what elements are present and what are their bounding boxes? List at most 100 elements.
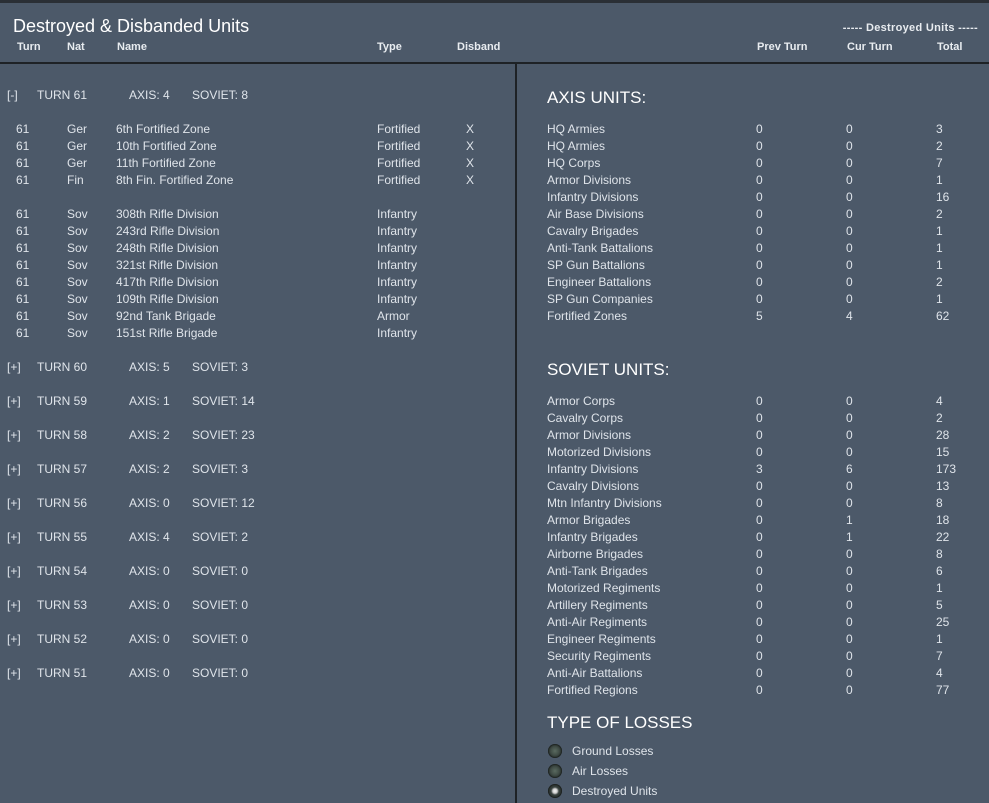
unit-row[interactable]: 61 Sov 248th Rifle Division Infantry (0, 241, 500, 258)
expand-toggle[interactable]: [+] (7, 394, 21, 408)
collapse-toggle[interactable]: [-] (7, 88, 18, 102)
soviet-count: SOVIET: 0 (192, 598, 249, 612)
stat-row: SP Gun Battalions 0 0 1 (547, 258, 977, 275)
radio-unselected-icon[interactable] (548, 764, 562, 778)
unit-nat: Sov (67, 326, 88, 340)
unit-row[interactable]: 61 Sov 417th Rifle Division Infantry (0, 275, 500, 292)
stat-prev: 0 (756, 224, 763, 238)
type-of-losses-heading: TYPE OF LOSSES (547, 713, 693, 732)
unit-nat: Ger (67, 156, 88, 170)
turn-group[interactable]: [+] TURN 60 AXIS: 5 SOVIET: 3 (0, 360, 500, 377)
stat-total: 1 (936, 581, 943, 595)
stat-name: Anti-Air Battalions (547, 666, 643, 680)
stat-prev: 0 (756, 394, 763, 408)
col-header-nat[interactable]: Nat (67, 41, 85, 53)
soviet-count: SOVIET: 0 (192, 666, 249, 680)
unit-disband-mark: X (466, 122, 475, 136)
stat-prev: 0 (756, 615, 763, 629)
stat-total: 7 (936, 156, 943, 170)
col-header-disband[interactable]: Disband (457, 41, 500, 53)
header-divider (0, 62, 989, 64)
stat-row: HQ Armies 0 0 2 (547, 139, 977, 156)
window-top-border (0, 0, 989, 3)
stat-prev: 0 (756, 598, 763, 612)
unit-name: 248th Rifle Division (116, 241, 219, 255)
turn-label: TURN 55 (37, 530, 88, 544)
turn-group[interactable]: [+] TURN 55 AXIS: 4 SOVIET: 2 (0, 530, 500, 547)
unit-nat: Sov (67, 275, 88, 289)
stat-prev: 0 (756, 241, 763, 255)
radio-selected-icon[interactable] (548, 784, 562, 798)
unit-row[interactable]: 61 Sov 151st Rifle Brigade Infantry (0, 326, 500, 343)
turn-group[interactable]: [+] TURN 53 AXIS: 0 SOVIET: 0 (0, 598, 500, 615)
unit-row[interactable]: 61 Ger 11th Fortified Zone Fortified X (0, 156, 500, 173)
turn-group[interactable]: [+] TURN 57 AXIS: 2 SOVIET: 3 (0, 462, 500, 479)
expand-toggle[interactable]: [+] (7, 530, 21, 544)
unit-row[interactable]: 61 Ger 10th Fortified Zone Fortified X (0, 139, 500, 156)
unit-type: Infantry (377, 326, 418, 340)
stat-row: Cavalry Divisions 0 0 13 (547, 479, 977, 496)
stat-cur: 0 (846, 564, 853, 578)
unit-type: Infantry (377, 241, 418, 255)
expand-toggle[interactable]: [+] (7, 496, 21, 510)
stat-row: Armor Divisions 0 0 28 (547, 428, 977, 445)
stat-name: Infantry Brigades (547, 530, 638, 544)
loss-mode-label: ----- Destroyed Units ----- (842, 22, 978, 34)
stat-total: 1 (936, 292, 943, 306)
turn-group[interactable]: [+] TURN 54 AXIS: 0 SOVIET: 0 (0, 564, 500, 581)
expand-toggle[interactable]: [+] (7, 360, 21, 374)
turn-group[interactable]: [+] TURN 58 AXIS: 2 SOVIET: 23 (0, 428, 500, 445)
axis-count: AXIS: 5 (129, 360, 170, 374)
expand-toggle[interactable]: [+] (7, 632, 21, 646)
radio-ground-losses[interactable]: Ground Losses (548, 743, 748, 761)
turn-label: TURN 57 (37, 462, 88, 476)
unit-row[interactable]: 61 Sov 308th Rifle Division Infantry (0, 207, 500, 224)
turn-group[interactable]: [+] TURN 51 AXIS: 0 SOVIET: 0 (0, 666, 500, 683)
radio-unselected-icon[interactable] (548, 744, 562, 758)
stat-row: Air Base Divisions 0 0 2 (547, 207, 977, 224)
unit-type: Infantry (377, 207, 418, 221)
expand-toggle[interactable]: [+] (7, 666, 21, 680)
stat-row: HQ Armies 0 0 3 (547, 122, 977, 139)
radio-air-losses[interactable]: Air Losses (548, 763, 748, 781)
expand-toggle[interactable]: [+] (7, 462, 21, 476)
unit-row[interactable]: 61 Sov 109th Rifle Division Infantry (0, 292, 500, 309)
turn-group[interactable]: [+] TURN 59 AXIS: 1 SOVIET: 14 (0, 394, 500, 411)
radio-destroyed-units[interactable]: Destroyed Units (548, 783, 748, 801)
stat-name: SP Gun Battalions (547, 258, 645, 272)
expand-toggle[interactable]: [+] (7, 598, 21, 612)
unit-name: 6th Fortified Zone (116, 122, 211, 136)
turn-label: TURN 58 (37, 428, 88, 442)
expand-toggle[interactable]: [+] (7, 564, 21, 578)
stat-row: Armor Divisions 0 0 1 (547, 173, 977, 190)
axis-units-heading: AXIS UNITS: (547, 88, 647, 107)
stat-cur: 0 (846, 292, 853, 306)
stat-total: 2 (936, 207, 943, 221)
soviet-count: SOVIET: 14 (192, 394, 255, 408)
stat-cur: 0 (846, 496, 853, 510)
turn-label: TURN 59 (37, 394, 88, 408)
turn-group[interactable]: [+] TURN 56 AXIS: 0 SOVIET: 12 (0, 496, 500, 513)
col-header-name[interactable]: Name (117, 41, 147, 53)
unit-row[interactable]: 61 Ger 6th Fortified Zone Fortified X (0, 122, 500, 139)
unit-row[interactable]: 61 Sov 321st Rifle Division Infantry (0, 258, 500, 275)
stat-row: Anti-Air Battalions 0 0 4 (547, 666, 977, 683)
pane-divider (515, 64, 517, 803)
col-header-prev-turn: Prev Turn (757, 41, 808, 53)
expand-toggle[interactable]: [+] (7, 428, 21, 442)
unit-row[interactable]: 61 Fin 8th Fin. Fortified Zone Fortified… (0, 173, 500, 190)
stat-name: Infantry Divisions (547, 462, 639, 476)
stat-cur: 0 (846, 122, 853, 136)
unit-turn: 61 (16, 207, 30, 221)
unit-type: Infantry (377, 224, 418, 238)
stat-row: Mtn Infantry Divisions 0 0 8 (547, 496, 977, 513)
unit-row[interactable]: 61 Sov 92nd Tank Brigade Armor (0, 309, 500, 326)
stat-cur: 0 (846, 207, 853, 221)
turn-group[interactable]: [+] TURN 52 AXIS: 0 SOVIET: 0 (0, 632, 500, 649)
unit-name: 109th Rifle Division (116, 292, 219, 306)
col-header-turn[interactable]: Turn (17, 41, 41, 53)
unit-nat: Sov (67, 224, 88, 238)
unit-row[interactable]: 61 Sov 243rd Rifle Division Infantry (0, 224, 500, 241)
col-header-type[interactable]: Type (377, 41, 402, 53)
stat-prev: 0 (756, 139, 763, 153)
